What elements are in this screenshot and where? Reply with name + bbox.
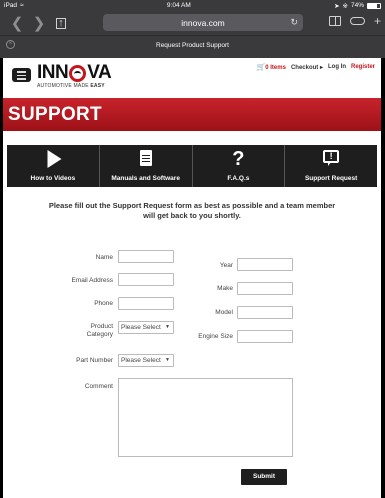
category-select[interactable]: Please Select ▼ bbox=[118, 321, 174, 334]
nav-how-to-videos[interactable]: How to Videos bbox=[7, 145, 100, 187]
category-label: Product Category bbox=[86, 323, 113, 338]
device-label: iPad bbox=[4, 2, 18, 9]
nav-label: How to Videos bbox=[30, 175, 76, 182]
play-icon bbox=[44, 150, 62, 168]
year-label: Year bbox=[219, 262, 233, 269]
icloud-tabs-icon[interactable] bbox=[349, 17, 365, 25]
battery-percent: 74% bbox=[350, 2, 364, 9]
submit-button[interactable]: Submit bbox=[241, 469, 287, 485]
nav-label: Manuals and Software bbox=[111, 175, 180, 182]
nav-support-request[interactable]: ! Support Request bbox=[285, 145, 377, 187]
part-number-select[interactable]: Please Select ▼ bbox=[118, 354, 174, 367]
year-field[interactable] bbox=[237, 258, 293, 271]
email-label: Email Address bbox=[71, 277, 113, 284]
register-link[interactable]: Register bbox=[351, 64, 375, 70]
back-icon[interactable]: ❮ bbox=[6, 14, 28, 32]
location-icon: ➤ bbox=[334, 2, 340, 10]
part-number-label: Part Number bbox=[76, 357, 113, 364]
forward-icon[interactable]: ❯ bbox=[28, 14, 50, 32]
browser-toolbar: ❮ ❯ ↑ innova.com ↻ + bbox=[0, 11, 385, 35]
wifi-icon: ≈ bbox=[20, 2, 24, 9]
phone-label: Phone bbox=[94, 300, 113, 307]
logo-text-left: INN bbox=[37, 62, 69, 83]
toolbar-right: + bbox=[328, 14, 381, 28]
name-field[interactable] bbox=[118, 250, 174, 263]
alert-bubble-icon: ! bbox=[323, 150, 340, 166]
logo-text-right: VA bbox=[87, 62, 112, 83]
question-mark-icon: ? bbox=[232, 148, 245, 170]
document-icon bbox=[139, 150, 152, 166]
url-text: innova.com bbox=[181, 17, 225, 28]
login-link[interactable]: Log In bbox=[328, 64, 346, 70]
battery-icon bbox=[367, 2, 381, 9]
new-tab-icon[interactable]: + bbox=[374, 14, 381, 28]
logo-o-mark bbox=[69, 64, 87, 82]
nav-label: F.A.Q.s bbox=[227, 175, 250, 182]
cart-link[interactable]: 🛒0 Items bbox=[257, 63, 286, 71]
tab-title[interactable]: Request Product Support bbox=[156, 42, 229, 49]
name-label: Name bbox=[95, 254, 113, 261]
page-title: SUPPORT bbox=[8, 104, 102, 125]
bookmarks-icon[interactable] bbox=[328, 16, 341, 26]
reload-icon[interactable]: ↻ bbox=[290, 17, 298, 28]
phone-field[interactable] bbox=[118, 297, 174, 310]
browser-chrome: iPad ≈ 9:04 AM ➤ ※ 74% ❮ ❯ ↑ innova.com … bbox=[0, 0, 385, 58]
make-field[interactable] bbox=[237, 282, 293, 295]
status-right: ➤ ※ 74% bbox=[334, 2, 381, 10]
page-banner: SUPPORT bbox=[3, 98, 381, 131]
web-page: INN VA AUTOMOTIVE MADE EASY 🛒0 Items Chec… bbox=[3, 58, 381, 498]
email-field[interactable] bbox=[118, 273, 174, 286]
close-tab-icon[interactable]: × bbox=[6, 40, 15, 49]
support-request-form: Name Email Address Phone Product Categor… bbox=[3, 245, 381, 495]
intro-text: Please fill out the Support Request form… bbox=[48, 201, 336, 220]
bluetooth-icon: ※ bbox=[342, 2, 348, 10]
status-bar: iPad ≈ 9:04 AM ➤ ※ 74% bbox=[0, 0, 385, 11]
chevron-down-icon: ▼ bbox=[165, 357, 170, 363]
tab-bar: × Request Product Support bbox=[0, 35, 385, 54]
status-time: 9:04 AM bbox=[166, 2, 191, 9]
nav-label: Support Request bbox=[304, 175, 358, 182]
model-field[interactable] bbox=[237, 306, 293, 319]
share-icon[interactable]: ↑ bbox=[56, 17, 66, 29]
cart-icon: 🛒 bbox=[256, 64, 266, 71]
nav-manuals-software[interactable]: Manuals and Software bbox=[100, 145, 193, 187]
support-nav: How to Videos Manuals and Software ? F.A… bbox=[7, 145, 377, 187]
comment-label: Comment bbox=[84, 383, 113, 390]
chevron-down-icon: ▼ bbox=[165, 324, 170, 330]
comment-textarea[interactable] bbox=[118, 378, 293, 457]
site-header: INN VA AUTOMOTIVE MADE EASY 🛒0 Items Chec… bbox=[3, 58, 381, 98]
menu-icon[interactable] bbox=[12, 68, 31, 82]
header-links: 🛒0 Items Checkout ▸ Log In Register bbox=[257, 63, 375, 71]
engine-size-field[interactable] bbox=[237, 330, 293, 343]
make-label: Make bbox=[217, 285, 233, 292]
engine-size-label: Engine Size bbox=[198, 333, 233, 340]
model-label: Model bbox=[215, 309, 233, 316]
innova-logo[interactable]: INN VA AUTOMOTIVE MADE EASY bbox=[37, 62, 112, 90]
caret-right-icon: ▸ bbox=[319, 64, 323, 71]
logo-tagline: AUTOMOTIVE MADE EASY bbox=[37, 83, 105, 89]
address-bar[interactable]: innova.com ↻ bbox=[103, 14, 303, 31]
checkout-link[interactable]: Checkout ▸ bbox=[291, 64, 323, 71]
status-left: iPad ≈ bbox=[4, 2, 24, 9]
nav-faqs[interactable]: ? F.A.Q.s bbox=[193, 145, 286, 187]
